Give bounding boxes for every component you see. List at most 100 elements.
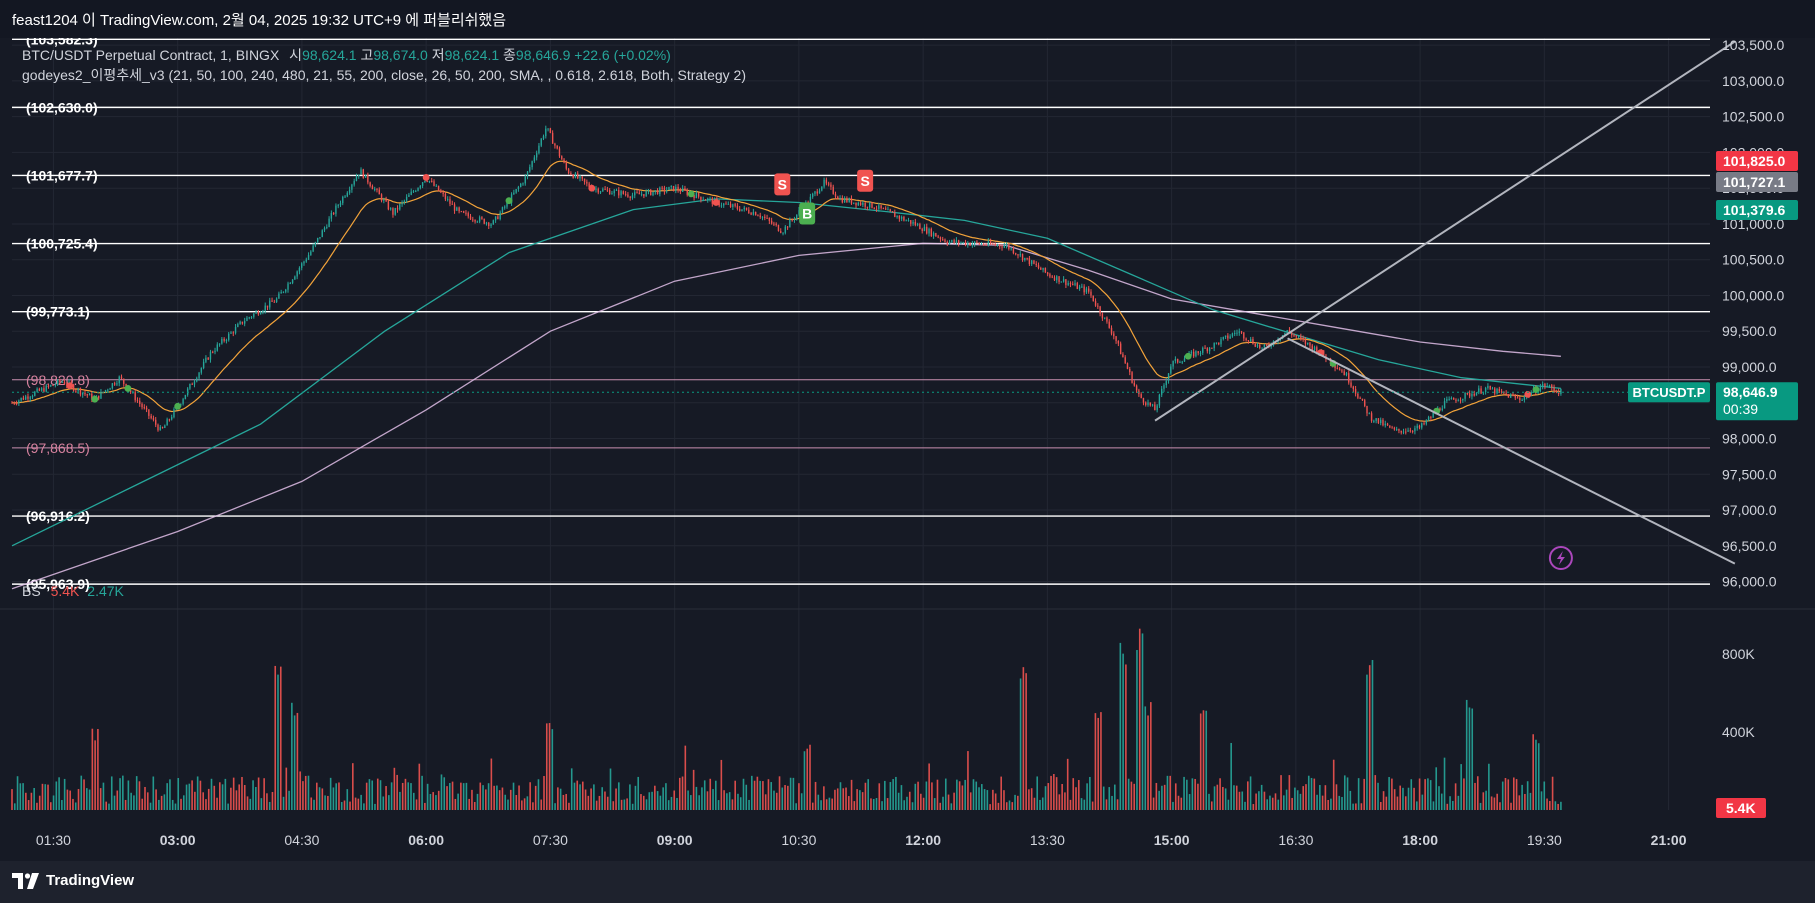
volume-bar [349,801,351,810]
candle-body [1496,388,1498,394]
y-tick-label: 99,000.0 [1722,359,1777,375]
symbol-legend[interactable]: BTC/USDT Perpetual Contract, 1, BINGX 시9… [22,45,671,65]
volume-bar [518,785,520,810]
volume-bar [432,792,434,810]
candle-body [109,388,111,390]
candle-body [1247,340,1250,342]
candle-body [754,212,757,216]
moving-averages [11,160,1561,590]
candle-body [191,383,193,385]
indicator-legend[interactable]: godeyes2_이평추세_v3 (21, 50, 100, 240, 480,… [22,65,746,85]
candle-body [1336,368,1339,370]
volume-bar [1429,780,1432,810]
candle-body [1553,387,1555,391]
candle-body [894,212,896,218]
volume-bar [63,778,66,810]
candle-body [428,180,431,182]
candle-body [456,207,458,211]
tradingview-logo[interactable]: TradingView [12,872,134,889]
candle-body [697,193,700,197]
candle-body [1446,399,1448,402]
volume-bar [548,723,551,810]
volume-bar [787,785,789,810]
candle-body [853,202,855,204]
candle-body [1405,431,1407,433]
candle-body [1222,337,1224,340]
volume-bar [767,779,770,810]
candle-body [1126,363,1129,369]
volume-bar [412,792,415,810]
candle-body [727,203,729,205]
volume-bar [196,776,199,810]
volume-bar [581,781,584,810]
candle-body [519,183,522,187]
candle-body [198,372,200,379]
candle-body [1181,361,1183,363]
volume-bar [1474,782,1476,810]
candle-body [1122,354,1124,358]
volume-bar [74,802,77,810]
red-price-tag-text: 101,825.0 [1723,153,1785,169]
candle-body [492,220,495,225]
candle-body [271,300,273,302]
volume-bar [1443,757,1446,810]
candle-body [1179,361,1181,363]
last-price-text: 98,646.9 [1723,384,1778,400]
candle-body [1147,402,1149,405]
candle-body [139,400,141,404]
volume-bar [942,796,944,810]
candle-body [123,378,125,384]
candle-body [1154,404,1156,411]
volume-bar [1161,785,1163,810]
volume-bar [1413,787,1415,810]
candle-body [1450,398,1453,400]
candle-body [182,399,184,404]
volume-bar [1319,785,1321,810]
candle-body [887,209,889,211]
volume-bar [695,786,698,810]
open-value: 98,624.1 [302,47,357,63]
candle-body [745,207,748,210]
lightning-bolt-shape [1556,551,1565,565]
volume-bar [1407,787,1410,810]
candle-body [1379,419,1382,424]
volume-legend[interactable]: BS 5.4K 2.47K [22,583,124,599]
volume-bar [1540,791,1543,810]
candle-body [353,181,355,185]
volume-bar [778,776,781,810]
volume-bar [1186,779,1188,810]
volume-bar [856,789,858,810]
chart-frame[interactable]: (103,582.3) (102,630.0) (101,677.7) (100,72… [0,38,1815,861]
candle-body [866,206,869,208]
volume-bar [817,794,820,810]
candle-body [312,245,314,252]
price-chart[interactable]: (103,582.3)(102,630.0)(101,677.7)(100,72… [0,38,1815,861]
volume-bar [587,795,590,810]
candle-body [978,242,980,245]
volume-bar [1205,710,1208,810]
candle-body [1026,257,1028,259]
candle-body [841,197,844,203]
volume-bar [498,790,501,810]
volume-bar [149,802,152,810]
candle-body [339,203,342,206]
volume-bar [737,793,739,810]
volume-bar [1125,664,1127,810]
volume-bar [637,776,640,810]
volume-bar [1244,801,1246,810]
volume-bar [709,778,712,810]
volume-bar [1388,777,1390,810]
volume-bar [1238,791,1241,810]
candle-body [944,239,946,242]
candle-body [257,311,260,315]
volume-bar [590,788,592,810]
volume-bar [665,783,667,810]
volume-bar [1224,788,1227,810]
volume-bar [27,800,30,810]
candle-body [228,333,230,340]
volume-bar [1377,782,1379,810]
candle-body [15,403,18,405]
volume-bar [296,712,299,810]
volume-bar [321,788,324,810]
volume-bar [191,780,193,810]
